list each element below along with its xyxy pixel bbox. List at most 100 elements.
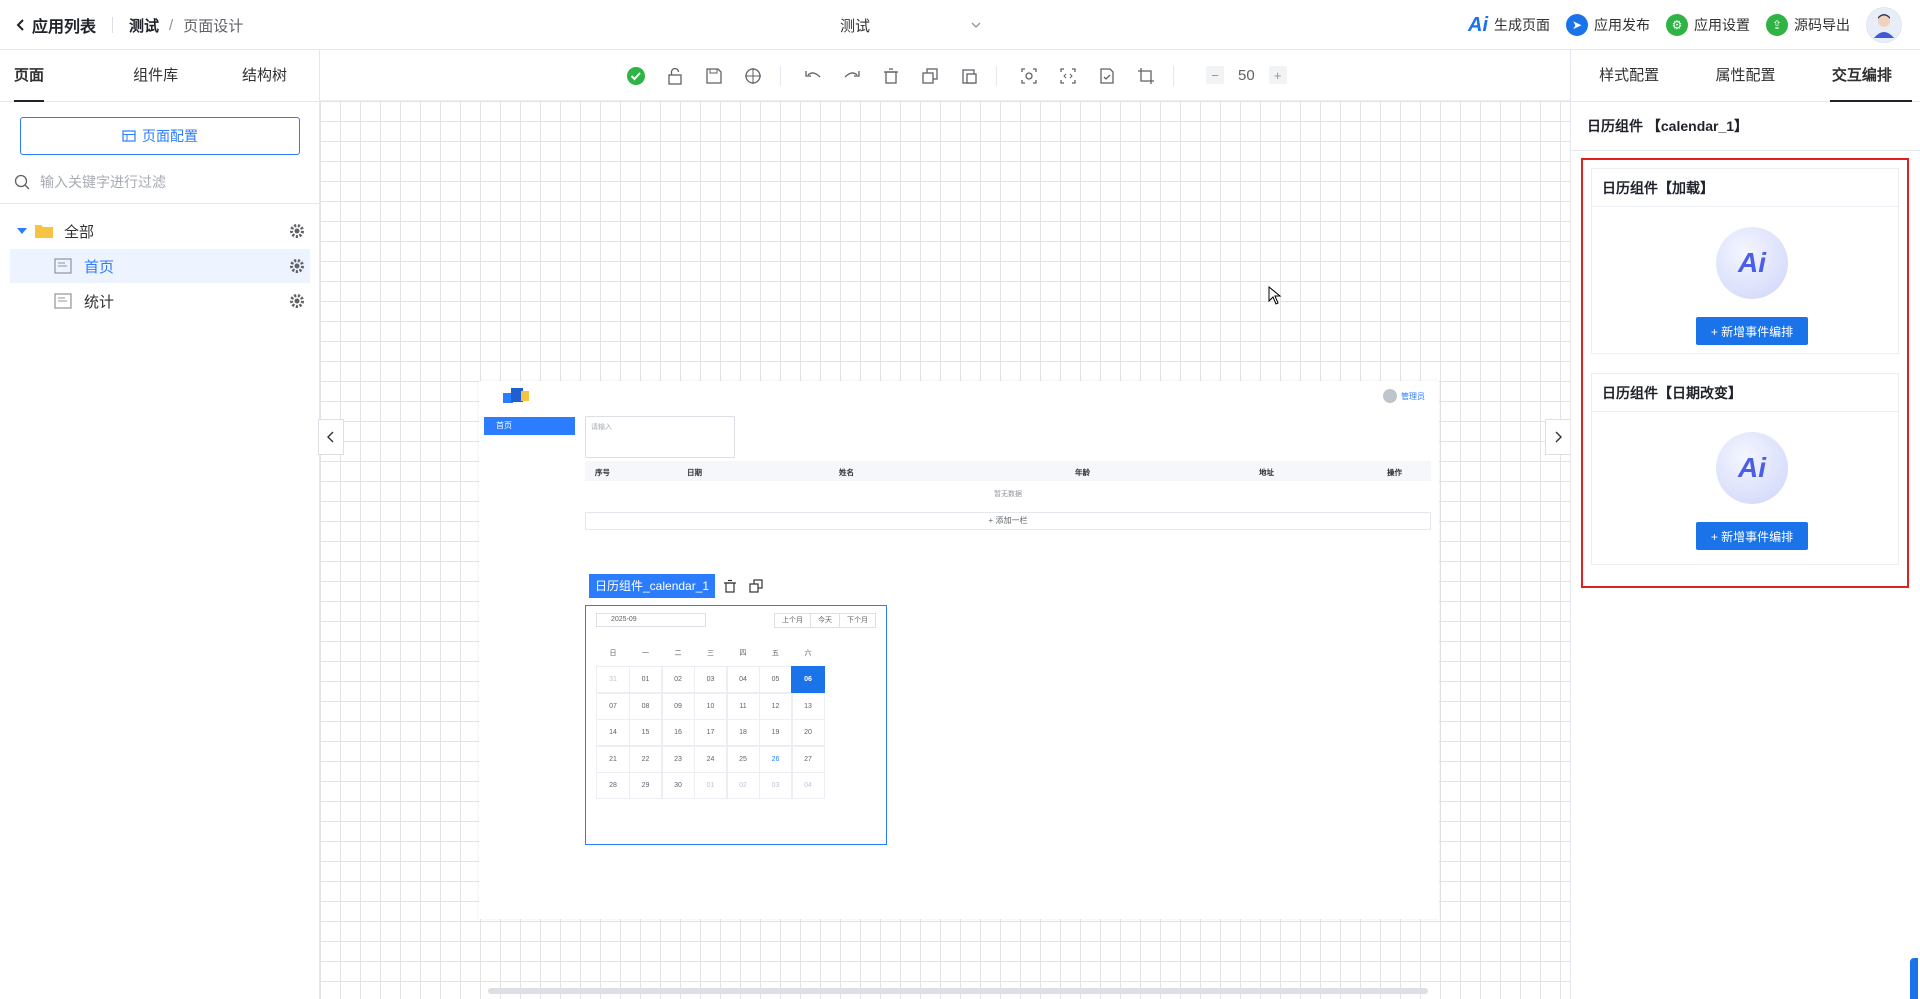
- calendar-day[interactable]: 19: [758, 719, 793, 746]
- calendar-day[interactable]: 02: [661, 666, 695, 693]
- calendar-day[interactable]: 02: [726, 772, 760, 799]
- calendar-day[interactable]: 13: [791, 692, 825, 720]
- gear-icon[interactable]: [288, 257, 306, 275]
- settings-icon: ⚙: [1666, 14, 1688, 36]
- calendar-day[interactable]: 30: [661, 772, 695, 799]
- calendar-component[interactable]: 2025-09 上个月 今天 下个月 日一二三四五六 31 01 02 03 04 05 06…: [585, 605, 887, 845]
- calendar-day[interactable]: 27: [791, 745, 825, 773]
- zoom-out-button[interactable]: −: [1206, 66, 1224, 84]
- code-icon[interactable]: [1056, 64, 1080, 88]
- calendar-day[interactable]: 01: [628, 666, 663, 693]
- calendar-day[interactable]: 09: [661, 692, 695, 720]
- tab-style-config[interactable]: 样式配置: [1571, 50, 1687, 102]
- publish-app-button[interactable]: ➤ 应用发布: [1566, 14, 1650, 36]
- tree-item-statistics[interactable]: 统计: [10, 284, 310, 318]
- generate-page-button[interactable]: Ai 生成页面: [1468, 14, 1550, 37]
- undo-icon[interactable]: [801, 64, 825, 88]
- check-icon[interactable]: [624, 64, 648, 88]
- breadcrumb-page: 页面设计: [183, 17, 244, 35]
- gear-icon[interactable]: [288, 292, 306, 310]
- target-icon[interactable]: [741, 64, 765, 88]
- add-column-button[interactable]: + 添加一栏: [585, 512, 1431, 530]
- page-preview[interactable]: 管理员 首页 请输入 序号 日期 姓名 年龄 地址 操作 暂无数据 + 添加一栏…: [479, 381, 1439, 919]
- calendar-day[interactable]: 25: [726, 745, 760, 773]
- next-month-button[interactable]: 下个月: [840, 614, 875, 627]
- calendar-day[interactable]: 11: [726, 692, 760, 720]
- calendar-day[interactable]: 10: [693, 692, 728, 720]
- calendar-day[interactable]: 22: [628, 745, 663, 773]
- calendar-day[interactable]: 12: [758, 692, 793, 720]
- calendar-day[interactable]: 21: [596, 745, 630, 773]
- delete-icon[interactable]: [719, 575, 742, 597]
- calendar-day[interactable]: 29: [628, 772, 663, 799]
- copy-icon[interactable]: [918, 64, 942, 88]
- tab-pages[interactable]: 页面: [0, 50, 101, 102]
- canvas-horizontal-scrollbar[interactable]: [488, 988, 1428, 994]
- tree-filter[interactable]: 输入关键字进行过滤: [14, 170, 304, 194]
- tab-structure-tree[interactable]: 结构树: [210, 50, 319, 102]
- calendar-day[interactable]: 03: [693, 666, 728, 693]
- component-name-tag[interactable]: 日历组件_calendar_1: [589, 574, 716, 598]
- calendar-day[interactable]: 04: [791, 772, 825, 799]
- calendar-day[interactable]: 16: [661, 719, 695, 746]
- tree-item-home[interactable]: 首页: [10, 249, 310, 283]
- calendar-day[interactable]: 07: [596, 692, 630, 720]
- calendar-day[interactable]: 20: [791, 719, 825, 746]
- calendar-day[interactable]: 04: [726, 666, 760, 693]
- today-button[interactable]: 今天: [811, 614, 840, 627]
- calendar-day[interactable]: 17: [693, 719, 728, 746]
- breadcrumb-app[interactable]: 测试: [129, 15, 159, 36]
- page-config-button[interactable]: 页面配置: [20, 117, 300, 155]
- component-selection-bar: 日历组件_calendar_1: [589, 574, 768, 598]
- delete-icon[interactable]: [879, 64, 903, 88]
- tab-components[interactable]: 组件库: [101, 50, 210, 102]
- redo-icon[interactable]: [840, 64, 864, 88]
- unlock-icon[interactable]: [663, 64, 687, 88]
- calendar-day[interactable]: 14: [596, 719, 630, 746]
- calendar-weekday: 二: [674, 650, 682, 657]
- add-event-button[interactable]: + 新增事件编排: [1696, 522, 1808, 550]
- collapse-right-button[interactable]: [1545, 419, 1571, 455]
- paste-icon[interactable]: [957, 64, 981, 88]
- calendar-day[interactable]: 31: [596, 666, 630, 693]
- tab-interaction[interactable]: 交互编排: [1804, 50, 1920, 102]
- calendar-month-picker[interactable]: 2025-09: [596, 613, 706, 627]
- copy-icon[interactable]: [745, 575, 768, 597]
- prev-month-button[interactable]: 上个月: [775, 614, 811, 627]
- calendar-weekday: 六: [804, 650, 812, 657]
- save-icon[interactable]: [702, 64, 726, 88]
- user-circle-icon: [1383, 389, 1397, 403]
- calendar-day[interactable]: 06: [791, 666, 825, 693]
- calendar-day[interactable]: 01: [693, 772, 728, 799]
- panel-scrollbar[interactable]: [1910, 958, 1918, 999]
- app-settings-button[interactable]: ⚙ 应用设置: [1666, 14, 1750, 36]
- preview-textarea[interactable]: 请输入: [585, 416, 735, 458]
- preview-icon[interactable]: [1017, 64, 1041, 88]
- calendar-day[interactable]: 23: [661, 745, 695, 773]
- tab-property-config[interactable]: 属性配置: [1687, 50, 1803, 102]
- collapse-left-button[interactable]: [318, 419, 344, 455]
- calendar-day[interactable]: 03: [758, 772, 793, 799]
- avatar[interactable]: [1866, 7, 1902, 43]
- back-button[interactable]: 应用列表: [14, 13, 96, 37]
- crop-icon[interactable]: [1134, 64, 1158, 88]
- calendar-day[interactable]: 28: [596, 772, 630, 799]
- calendar-day[interactable]: 05: [758, 666, 793, 693]
- tree-item-all[interactable]: 全部: [10, 214, 310, 248]
- app-selector[interactable]: 测试: [840, 0, 982, 50]
- calendar-weekday: 一: [642, 650, 649, 657]
- calendar-day[interactable]: 15: [628, 719, 663, 746]
- gear-icon[interactable]: [288, 222, 306, 240]
- preview-menu-item[interactable]: 首页: [484, 417, 575, 435]
- add-event-button[interactable]: + 新增事件编排: [1696, 317, 1808, 345]
- calendar-day[interactable]: 18: [726, 719, 760, 746]
- calendar-day[interactable]: 26: [758, 745, 793, 773]
- calendar-day[interactable]: 08: [628, 692, 663, 720]
- document-check-icon[interactable]: [1095, 64, 1119, 88]
- export-source-button[interactable]: ⇪ 源码导出: [1766, 14, 1850, 36]
- table-header-cell: 地址: [1259, 468, 1274, 477]
- search-input[interactable]: 输入关键字进行过滤: [40, 172, 166, 192]
- calendar-day[interactable]: 24: [693, 745, 728, 773]
- preview-user[interactable]: 管理员: [1383, 389, 1425, 403]
- zoom-in-button[interactable]: +: [1268, 66, 1287, 84]
